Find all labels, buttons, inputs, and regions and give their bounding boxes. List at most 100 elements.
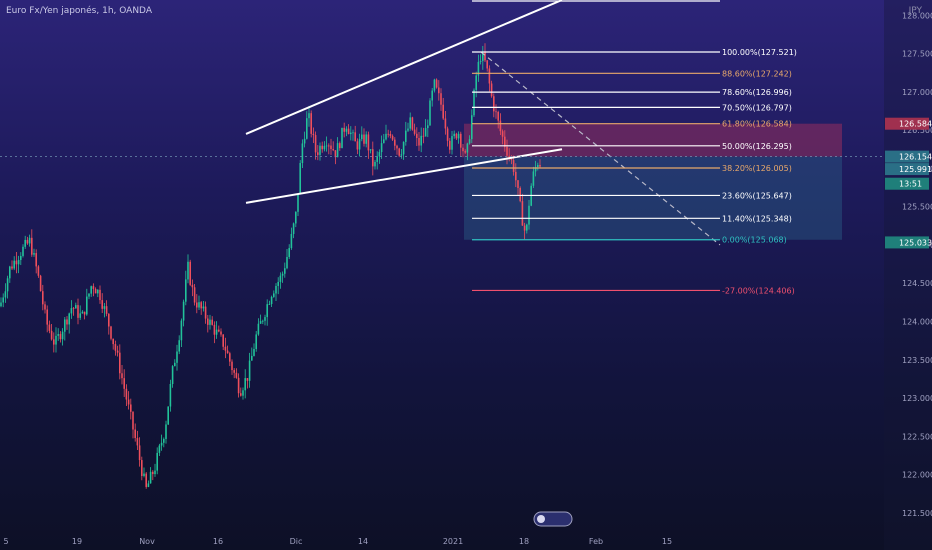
y-tick-label: 123.000 xyxy=(902,394,932,403)
candle-body xyxy=(352,132,354,134)
fib-label: 78.60%(126.996) xyxy=(722,88,792,97)
candle-body xyxy=(279,275,282,282)
candle-body xyxy=(460,133,462,148)
candle-body xyxy=(0,302,2,307)
candle-body xyxy=(48,324,51,331)
candle-body xyxy=(281,273,284,276)
candle-body xyxy=(429,100,431,126)
x-tick-label: 14 xyxy=(358,537,368,546)
candle-body xyxy=(130,404,132,412)
candle-body xyxy=(37,266,40,276)
candle-body xyxy=(321,145,323,150)
candle-body xyxy=(218,329,220,332)
candle-body xyxy=(50,330,53,340)
candle-body xyxy=(435,79,438,88)
candle-body xyxy=(332,149,334,151)
candle-body xyxy=(204,306,207,319)
candle-body xyxy=(350,132,352,135)
candle-body xyxy=(484,51,486,61)
candle-body xyxy=(405,130,407,142)
price-tag-label: 126.584 xyxy=(899,120,932,129)
candle-body xyxy=(154,470,156,475)
candle-body xyxy=(493,96,495,112)
fib-label: -27.00%(124.406) xyxy=(722,286,795,295)
price-chart[interactable]: 100.00%(127.521) 88.60%(127.242) 78.60%(12… xyxy=(0,0,932,550)
candle-body xyxy=(455,133,458,139)
candle-body xyxy=(66,319,68,325)
candle-body xyxy=(319,145,321,155)
candle-body xyxy=(101,300,103,309)
candle-body xyxy=(125,388,128,400)
candle-body xyxy=(189,261,191,285)
candle-body xyxy=(176,351,178,363)
candle-body xyxy=(345,128,348,132)
candle-body xyxy=(134,429,136,439)
candle-body xyxy=(121,373,123,379)
candle-body xyxy=(2,297,4,303)
candle-body xyxy=(376,156,378,162)
candle-body xyxy=(215,329,218,335)
candle-body xyxy=(378,152,381,157)
candle-body xyxy=(242,390,244,396)
candle-body xyxy=(132,411,134,430)
candle-body xyxy=(167,406,169,425)
candle-body xyxy=(110,326,112,339)
candle-body xyxy=(222,334,224,347)
candle-body xyxy=(268,303,271,305)
candle-body xyxy=(270,296,273,304)
candle-body xyxy=(314,135,317,153)
candle-body xyxy=(523,225,526,231)
candle-body xyxy=(431,90,433,101)
candle-body xyxy=(488,68,491,84)
candle-body xyxy=(99,289,101,301)
candle-body xyxy=(83,311,86,315)
candle-body xyxy=(70,308,73,314)
candle-body xyxy=(442,104,444,119)
candle-body xyxy=(88,293,90,297)
candle-body xyxy=(446,128,449,141)
candle-body xyxy=(365,134,367,144)
y-tick-label: 124.500 xyxy=(902,279,932,288)
candle-body xyxy=(438,87,440,94)
candle-body xyxy=(354,132,356,142)
candle-body xyxy=(453,133,455,137)
candle-body xyxy=(407,128,409,131)
trendline-1[interactable] xyxy=(245,0,563,135)
candle-body xyxy=(363,134,365,144)
candle-body xyxy=(31,237,33,255)
candle-body xyxy=(369,149,372,151)
candle-body xyxy=(330,145,332,150)
candle-body xyxy=(400,154,403,156)
candle-body xyxy=(526,224,528,231)
candle-body xyxy=(528,205,530,225)
candle-body xyxy=(411,117,414,130)
candle-body xyxy=(295,211,297,224)
candle-body xyxy=(6,278,9,292)
candle-body xyxy=(262,320,264,322)
candle-body xyxy=(143,473,145,476)
candle-body xyxy=(361,134,363,140)
candle-body xyxy=(211,319,213,325)
candle-body xyxy=(200,302,202,309)
y-tick-label: 127.500 xyxy=(902,50,932,59)
candle-body xyxy=(123,378,125,389)
candle-body xyxy=(486,60,488,69)
candle-body xyxy=(185,279,187,302)
candle-body xyxy=(317,152,319,155)
candle-body xyxy=(191,284,194,288)
candle-body xyxy=(156,452,158,471)
candle-body xyxy=(224,346,227,351)
candle-body xyxy=(44,304,46,310)
candle-body xyxy=(358,139,361,150)
price-axis[interactable] xyxy=(884,0,932,550)
candle-body xyxy=(116,350,119,353)
candle-body xyxy=(4,291,7,298)
candle-body xyxy=(81,311,84,314)
candle-body xyxy=(160,442,163,446)
candle-body xyxy=(53,339,55,345)
fib-label: 70.50%(126.797) xyxy=(722,103,792,112)
candle-body xyxy=(187,261,189,280)
candle-body xyxy=(374,161,376,167)
candle-body xyxy=(299,163,301,195)
candle-body xyxy=(196,302,198,308)
